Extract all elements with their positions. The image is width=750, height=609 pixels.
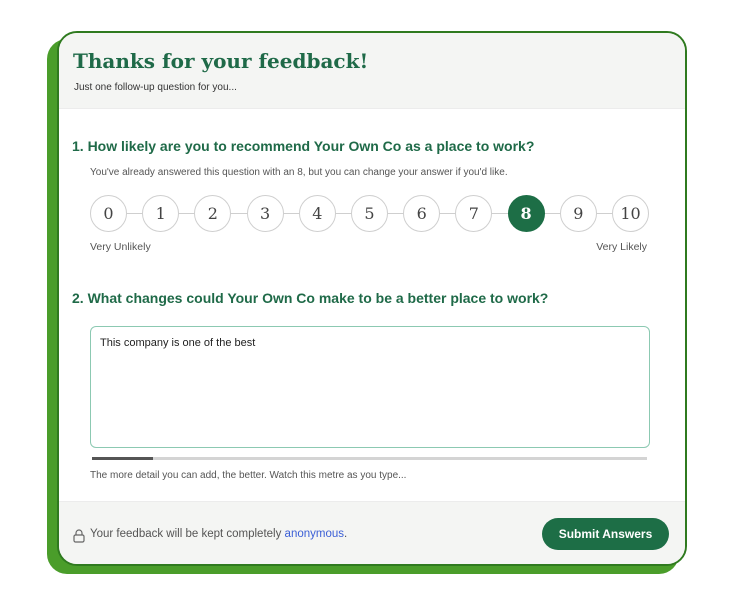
page-subtitle: Just one follow-up question for you... [74,82,237,93]
card-footer: Your feedback will be kept completely an… [59,501,685,564]
rating-option-8[interactable]: 8 [507,195,545,232]
lock-icon [73,529,85,543]
submit-button[interactable]: Submit Answers [542,518,669,550]
scale-low-label: Very Unlikely [90,241,151,253]
rating-option-4[interactable]: 4 [298,195,336,232]
answer-textarea[interactable] [90,326,650,448]
rating-scale: 0 1 2 3 4 5 6 7 8 9 10 [90,195,650,233]
privacy-note: Your feedback will be kept completely an… [90,528,347,540]
rating-option-6[interactable]: 6 [403,195,441,232]
question-1-note: You've already answered this question wi… [90,167,508,178]
rating-option-0[interactable]: 0 [90,195,127,232]
detail-meter [92,457,647,460]
rating-option-9[interactable]: 9 [559,195,597,232]
detail-meter-fill [92,457,154,460]
privacy-end: . [344,528,348,540]
page-title: Thanks for your feedback! [73,49,369,73]
rating-option-2[interactable]: 2 [194,195,232,232]
rating-option-1[interactable]: 1 [142,195,180,232]
anonymous-link[interactable]: anonymous [285,528,344,540]
rating-option-10[interactable]: 10 [612,195,649,232]
scale-high-label: Very Likely [596,241,647,253]
rating-option-7[interactable]: 7 [455,195,493,232]
feedback-card: Thanks for your feedback! Just one follo… [57,31,687,566]
rating-option-5[interactable]: 5 [351,195,388,232]
card-header: Thanks for your feedback! Just one follo… [59,33,685,109]
question-2-title: 2. What changes could Your Own Co make t… [72,290,549,306]
meter-hint: The more detail you can add, the better.… [90,470,407,481]
rating-option-3[interactable]: 3 [246,195,284,232]
question-1-title: 1. How likely are you to recommend Your … [72,138,535,154]
privacy-text: Your feedback will be kept completely [90,528,285,540]
